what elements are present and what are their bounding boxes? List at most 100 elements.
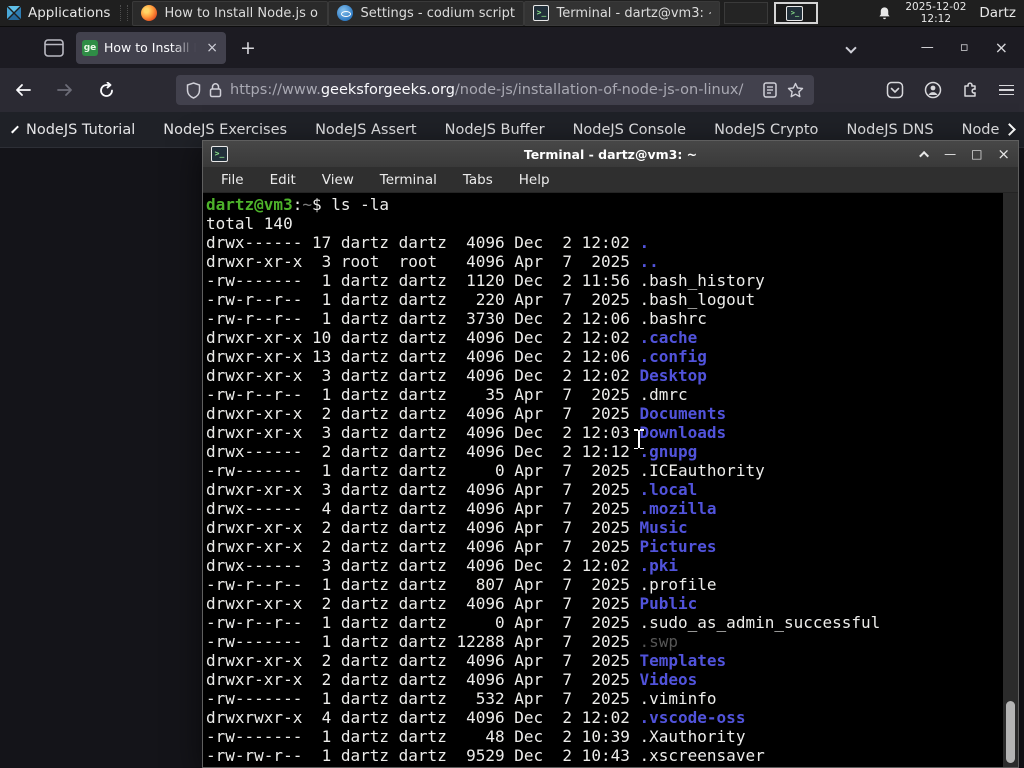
terminal-menu-edit[interactable]: Edit bbox=[270, 172, 296, 188]
lock-icon[interactable] bbox=[209, 82, 222, 98]
tab-close-icon[interactable]: × bbox=[204, 40, 220, 56]
nav-link-nodejs-assert[interactable]: NodeJS Assert bbox=[315, 122, 417, 138]
reader-view-icon[interactable] bbox=[763, 82, 777, 98]
terminal-line: drwxr-xr-x 2 dartz dartz 4096 Apr 7 2025… bbox=[206, 651, 727, 670]
terminal-menu-file[interactable]: File bbox=[221, 172, 244, 188]
navigation-toolbar: https://www.geeksforgeeks.org/node-js/in… bbox=[0, 68, 1024, 112]
terminal-menu-terminal[interactable]: Terminal bbox=[380, 172, 437, 188]
terminal-scrollbar[interactable] bbox=[1003, 193, 1018, 767]
panel-clock[interactable]: 2025-12-02 12:12 bbox=[905, 1, 966, 25]
extensions-icon[interactable] bbox=[962, 81, 979, 99]
url-bar[interactable]: https://www.geeksforgeeks.org/node-js/in… bbox=[176, 75, 814, 105]
notification-bell-icon[interactable] bbox=[877, 6, 892, 21]
terminal-total-line: total 140 bbox=[206, 214, 293, 233]
terminal-window: >_ Terminal - dartz@vm3: ~ — □ × File Edi… bbox=[202, 140, 1019, 768]
pocket-icon[interactable] bbox=[886, 81, 904, 99]
applications-menu-button[interactable]: Applications bbox=[0, 0, 120, 27]
nav-link-node[interactable]: Node bbox=[962, 122, 1000, 138]
taskbar-button-codium[interactable]: Settings - codium script... bbox=[328, 0, 525, 26]
forward-button[interactable] bbox=[56, 82, 84, 98]
bookmark-star-icon[interactable] bbox=[787, 82, 804, 99]
url-text: https://www.geeksforgeeks.org/node-js/in… bbox=[230, 82, 744, 98]
workspace-1[interactable] bbox=[724, 2, 769, 24]
tracking-protection-shield-icon[interactable] bbox=[186, 81, 201, 99]
terminal-line: drwxr-xr-x 2 dartz dartz 4096 Apr 7 2025… bbox=[206, 670, 698, 689]
terminal-line: -rw------- 1 dartz dartz 1120 Dec 2 11:5… bbox=[206, 271, 765, 290]
back-button[interactable] bbox=[14, 82, 42, 98]
terminal-line: -rw------- 1 dartz dartz 532 Apr 7 2025 … bbox=[206, 689, 717, 708]
terminal-menu-view[interactable]: View bbox=[322, 172, 354, 188]
nav-link-nodejs-console[interactable]: NodeJS Console bbox=[573, 122, 687, 138]
terminal-line: drwx------ 2 dartz dartz 4096 Dec 2 12:1… bbox=[206, 442, 698, 461]
taskbar: How to Install Node.js o... Settings - co… bbox=[132, 0, 721, 27]
terminal-line: -rw-r--r-- 1 dartz dartz 0 Apr 7 2025 .s… bbox=[206, 613, 881, 632]
applications-label: Applications bbox=[28, 5, 111, 21]
terminal-line: drwxrwxr-x 4 dartz dartz 4096 Dec 2 12:0… bbox=[206, 708, 746, 727]
task-label: Settings - codium script... bbox=[360, 5, 516, 21]
taskbar-button-firefox[interactable]: How to Install Node.js o... bbox=[132, 0, 329, 26]
reload-button[interactable] bbox=[98, 81, 126, 99]
terminal-line: -rw------- 1 dartz dartz 0 Apr 7 2025 .I… bbox=[206, 461, 765, 480]
text-cursor-pointer bbox=[633, 428, 644, 450]
desktop: Applications How to Install Node.js o...… bbox=[0, 0, 1024, 768]
terminal-menu-tabs[interactable]: Tabs bbox=[463, 172, 493, 188]
nav-scroll-right-icon[interactable] bbox=[1003, 123, 1017, 136]
terminal-menu-help[interactable]: Help bbox=[519, 172, 550, 188]
terminal-line: -rw------- 1 dartz dartz 48 Dec 2 10:39 … bbox=[206, 727, 746, 746]
terminal-icon: >_ bbox=[533, 5, 550, 21]
list-all-tabs-icon[interactable] bbox=[845, 41, 857, 54]
workspace-pager[interactable]: >_ bbox=[724, 2, 819, 24]
terminal-line: drwxr-xr-x 3 dartz dartz 4096 Apr 7 2025… bbox=[206, 480, 698, 499]
terminal-prompt-line: dartz@vm3:~$ ls -la bbox=[206, 195, 390, 214]
geeksforgeeks-favicon: ge bbox=[82, 39, 98, 56]
terminal-line: drwxr-xr-x 3 root root 4096 Apr 7 2025 .… bbox=[206, 252, 659, 271]
tab-bar: ge How to Install Node.js on × + — ▫ × bbox=[0, 27, 1024, 68]
terminal-line: drwxr-xr-x 2 dartz dartz 4096 Apr 7 2025… bbox=[206, 594, 698, 613]
scrollbar-thumb[interactable] bbox=[1006, 701, 1015, 763]
close-button[interactable]: × bbox=[995, 38, 1008, 57]
tab-title: How to Install Node.js on bbox=[104, 40, 199, 55]
nav-link-nodejs-dns[interactable]: NodeJS DNS bbox=[846, 122, 933, 138]
nav-link-nodejs-exercises[interactable]: NodeJS Exercises bbox=[163, 122, 287, 138]
terminal-line: -rw-r--r-- 1 dartz dartz 807 Apr 7 2025 … bbox=[206, 575, 717, 594]
terminal-menubar: File Edit View Terminal Tabs Help bbox=[203, 167, 1018, 193]
terminal-titlebar[interactable]: >_ Terminal - dartz@vm3: ~ — □ × bbox=[203, 141, 1018, 167]
terminal-close-button[interactable]: × bbox=[997, 146, 1010, 162]
minimize-button[interactable]: — bbox=[921, 40, 934, 55]
terminal-line: drwxr-xr-x 13 dartz dartz 4096 Dec 2 12:… bbox=[206, 347, 707, 366]
terminal-title: Terminal - dartz@vm3: ~ bbox=[523, 146, 698, 162]
top-panel: Applications How to Install Node.js o...… bbox=[0, 0, 1024, 27]
task-label: Terminal - dartz@vm3: ~ bbox=[556, 5, 712, 21]
taskbar-button-terminal[interactable]: >_ Terminal - dartz@vm3: ~ bbox=[524, 0, 721, 26]
nav-link-nodejs-tutorial[interactable]: NodeJS Tutorial bbox=[26, 122, 135, 138]
panel-separator bbox=[120, 5, 129, 21]
terminal-line: drwx------ 4 dartz dartz 4096 Apr 7 2025… bbox=[206, 499, 717, 518]
app-menu-icon[interactable] bbox=[999, 82, 1014, 99]
nav-link-nodejs-buffer[interactable]: NodeJS Buffer bbox=[445, 122, 545, 138]
user-menu[interactable]: Dartz bbox=[979, 5, 1016, 21]
maximize-button[interactable]: ▫ bbox=[960, 40, 969, 55]
browser-tab-active[interactable]: ge How to Install Node.js on × bbox=[76, 31, 226, 64]
mini-terminal-icon: >_ bbox=[786, 6, 804, 21]
terminal-line: -rw-r--r-- 1 dartz dartz 3730 Dec 2 12:0… bbox=[206, 309, 707, 328]
xfce-logo-icon bbox=[7, 6, 21, 20]
nav-scroll-left-icon[interactable] bbox=[11, 125, 19, 134]
window-controls: — ▫ × bbox=[845, 38, 1024, 57]
clock-date: 2025-12-02 bbox=[905, 1, 967, 13]
account-icon[interactable] bbox=[924, 81, 942, 99]
workspace-2-active[interactable]: >_ bbox=[774, 2, 819, 24]
terminal-maximize-button[interactable]: □ bbox=[971, 148, 982, 160]
nav-link-nodejs-crypto[interactable]: NodeJS Crypto bbox=[714, 122, 818, 138]
terminal-line: drwxr-xr-x 10 dartz dartz 4096 Dec 2 12:… bbox=[206, 328, 698, 347]
terminal-minimize-button[interactable]: — bbox=[944, 148, 956, 160]
terminal-line: -rw-r--r-- 1 dartz dartz 220 Apr 7 2025 … bbox=[206, 290, 756, 309]
terminal-line: drwx------ 17 dartz dartz 4096 Dec 2 12:… bbox=[206, 233, 650, 252]
terminal-line: drwxr-xr-x 2 dartz dartz 4096 Apr 7 2025… bbox=[206, 518, 688, 537]
task-label: How to Install Node.js o... bbox=[164, 5, 320, 21]
terminal-line: drwxr-xr-x 2 dartz dartz 4096 Apr 7 2025… bbox=[206, 537, 717, 556]
panel-status-area: 2025-12-02 12:12 Dartz bbox=[877, 1, 1024, 25]
clock-time: 12:12 bbox=[920, 13, 951, 25]
firefox-view-icon[interactable] bbox=[44, 38, 64, 57]
new-tab-button[interactable]: + bbox=[240, 37, 256, 59]
terminal-screen[interactable]: dartz@vm3:~$ ls -la total 140 drwx------ 1… bbox=[203, 193, 1018, 767]
